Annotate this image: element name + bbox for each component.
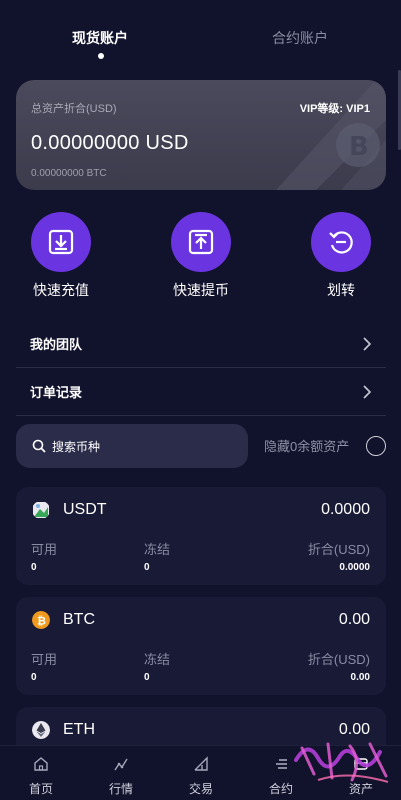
menu-item-order-records[interactable]: 订单记录 (16, 368, 386, 416)
coin-balance: 0.0000 (321, 501, 370, 518)
quick-deposit-button[interactable]: 快速充值 (16, 212, 106, 300)
transfer-icon (311, 212, 371, 272)
total-assets-label: 总资产折合(USD) (31, 103, 117, 115)
equivalent-value: 0.0000 (339, 562, 370, 573)
market-icon (114, 758, 128, 771)
vip-level: VIP等级: VIP1 (299, 103, 370, 115)
withdraw-icon (171, 212, 231, 272)
coin-name: BTC (63, 611, 95, 628)
total-assets-card: B 总资产折合(USD) VIP等级: VIP1 0.00000000 USD … (16, 80, 386, 190)
search-icon (32, 439, 46, 453)
coin-name: USDT (63, 501, 107, 518)
nav-label: 行情 (108, 782, 133, 796)
menu-item-my-team[interactable]: 我的团队 (16, 320, 386, 368)
watermark-logo (294, 742, 389, 783)
nav-label: 首页 (28, 782, 53, 796)
menu-item-label: 订单记录 (30, 385, 83, 400)
asset-card-btc[interactable]: ₿ BTC 0.00 可用 冻结 折合(USD) 0 0 0.00 (16, 597, 386, 695)
coin-name: ETH (63, 721, 95, 738)
active-tab-indicator (98, 53, 104, 59)
equivalent-label: 折合(USD) (307, 652, 370, 667)
trade-icon (194, 756, 208, 771)
hide-zero-balance-toggle[interactable] (366, 436, 386, 456)
account-tabs: 现货账户 合约账户 (0, 0, 401, 70)
chevron-right-icon (363, 384, 372, 399)
search-placeholder: 搜索币种 (52, 439, 101, 454)
nav-item-home[interactable]: 首页 (16, 756, 66, 797)
bitcoin-watermark-icon: B (276, 80, 386, 190)
eth-coin-icon (32, 721, 50, 739)
total-assets-amount: 0.00000000 USD (31, 132, 189, 154)
svg-text:₿: ₿ (37, 615, 46, 628)
tab-contract-account[interactable]: 合约账户 (272, 28, 328, 48)
hide-zero-balance-label: 隐藏0余额资产 (264, 439, 350, 454)
quick-withdraw-button[interactable]: 快速提币 (156, 212, 246, 300)
available-value: 0 (31, 562, 37, 573)
available-label: 可用 (31, 542, 58, 557)
equivalent-label: 折合(USD) (307, 542, 370, 557)
home-icon (34, 757, 48, 771)
quick-withdraw-label: 快速提币 (173, 282, 229, 298)
nav-label: 交易 (188, 782, 213, 796)
deposit-icon (31, 212, 91, 272)
transfer-label: 划转 (327, 282, 355, 298)
quick-deposit-label: 快速充值 (33, 282, 89, 298)
coin-search-input[interactable]: 搜索币种 (16, 424, 248, 468)
equivalent-value: 0.00 (350, 672, 370, 683)
available-value: 0 (31, 672, 37, 683)
chevron-right-icon (363, 336, 372, 351)
menu-item-label: 我的团队 (30, 337, 83, 352)
usdt-coin-icon (33, 502, 49, 518)
nav-item-trade[interactable]: 交易 (176, 756, 226, 797)
quick-actions: 快速充值 快速提币 划转 (0, 212, 401, 302)
coin-balance: 0.00 (338, 611, 370, 628)
svg-text:B: B (349, 132, 369, 162)
frozen-label: 冻结 (144, 652, 171, 667)
frozen-value: 0 (144, 672, 150, 683)
nav-item-market[interactable]: 行情 (96, 756, 146, 797)
frozen-label: 冻结 (144, 542, 171, 557)
transfer-button[interactable]: 划转 (296, 212, 386, 300)
contract-icon (276, 759, 287, 769)
asset-card-usdt[interactable]: USDT 0.0000 可用 冻结 折合(USD) 0 0 0.0000 (16, 487, 386, 585)
btc-coin-icon: ₿ (32, 611, 50, 629)
frozen-value: 0 (144, 562, 150, 573)
tab-spot-account[interactable]: 现货账户 (72, 28, 128, 48)
total-assets-btc: 0.00000000 BTC (31, 168, 107, 179)
available-label: 可用 (31, 652, 58, 667)
